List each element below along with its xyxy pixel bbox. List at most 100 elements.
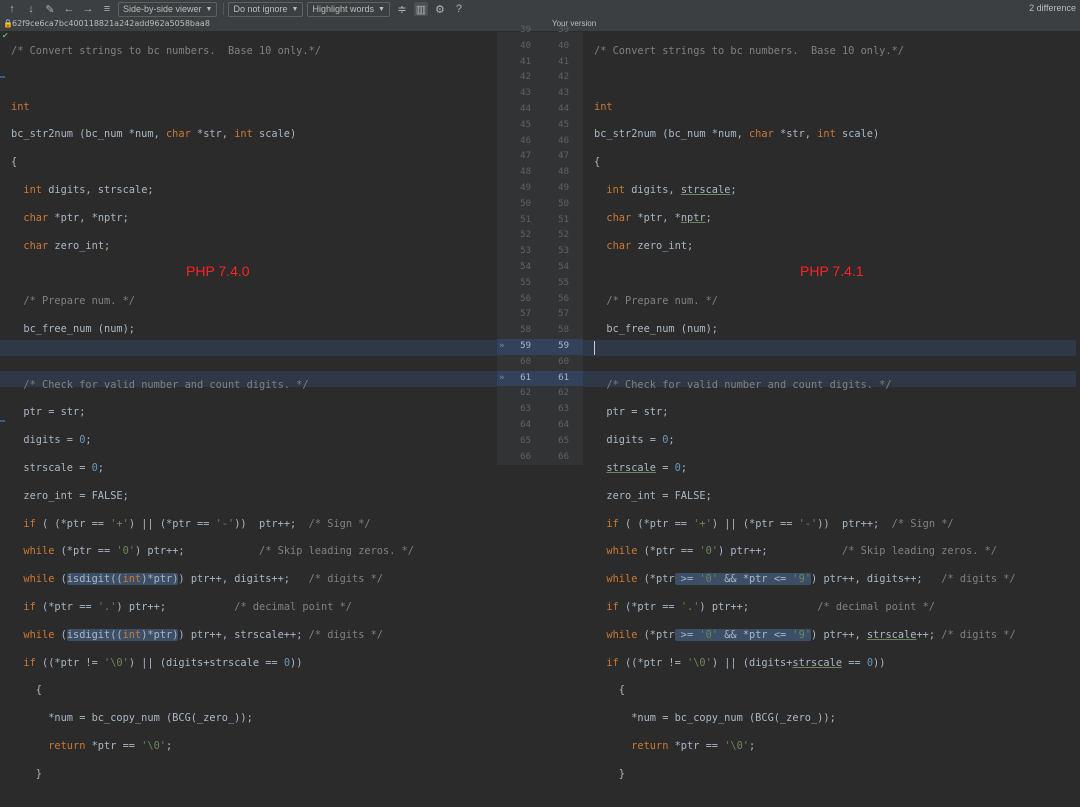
right-line-number: 66 — [558, 451, 569, 462]
right-line-number: 43 — [558, 88, 569, 99]
vertical-scrollbar[interactable] — [1076, 32, 1080, 465]
left-line-number: 41 — [520, 56, 531, 67]
gutter-row: 42 42 — [497, 70, 583, 86]
fold-marker — [0, 420, 5, 422]
left-line-number: 48 — [520, 167, 531, 178]
gutter-row: 45 45 — [497, 118, 583, 134]
left-line-number: 46 — [520, 135, 531, 146]
gutter-row: 44 44 — [497, 102, 583, 118]
right-line-number: 52 — [558, 230, 569, 241]
back-arrow-icon[interactable]: ← — [62, 2, 76, 16]
gutter-row: 54 54 — [497, 260, 583, 276]
gutter-row: 64 64 — [497, 418, 583, 434]
left-line-number: 60 — [520, 356, 531, 367]
line-number-gutter: 39 39 40 40 41 41 42 42 43 43 44 44 45 45 46 46 47 47 48 48… — [497, 25, 583, 466]
left-line-number: 57 — [520, 309, 531, 320]
left-line-number: 66 — [520, 451, 531, 462]
left-line-number: 51 — [520, 214, 531, 225]
right-line-number: 44 — [558, 103, 569, 114]
sync-scroll-icon[interactable]: ▥ — [413, 2, 428, 16]
gutter-row: 58 58 — [497, 323, 583, 339]
toolbar-divider — [223, 3, 225, 15]
gutter-row: » 61 61 — [497, 370, 583, 387]
right-line-number: 49 — [558, 182, 569, 193]
left-line-number: 65 — [520, 435, 531, 446]
right-line-number: 64 — [558, 419, 569, 430]
gutter-row: 60 60 — [497, 355, 583, 371]
right-code-pane[interactable]: /* Convert strings to bc numbers. Base 1… — [594, 32, 1074, 807]
left-line-number: 42 — [520, 72, 531, 83]
left-line-number: 44 — [520, 103, 531, 114]
left-line-number: 40 — [520, 40, 531, 51]
right-line-number: 57 — [558, 309, 569, 320]
gutter-row: 41 41 — [497, 55, 583, 71]
gutter-row: 52 52 — [497, 228, 583, 244]
right-line-number: 45 — [558, 119, 569, 130]
ignore-label: Do not ignore — [233, 4, 288, 14]
left-line-number: 47 — [520, 151, 531, 162]
left-line-number: 50 — [520, 198, 531, 209]
right-line-number: 61 — [558, 372, 569, 383]
gutter-row: 40 40 — [497, 39, 583, 55]
gutter-row: 62 62 — [497, 386, 583, 402]
apply-change-arrow-icon[interactable]: » — [499, 371, 504, 387]
right-line-number: 59 — [558, 340, 569, 351]
forward-arrow-icon[interactable]: → — [81, 2, 95, 16]
left-line-number: 39 — [520, 25, 531, 35]
left-line-number: 45 — [520, 119, 531, 130]
gutter-row: 65 65 — [497, 434, 583, 450]
gutter-row: 47 47 — [497, 149, 583, 165]
gutter-row: 66 66 — [497, 450, 583, 466]
right-line-number: 40 — [558, 40, 569, 51]
gutter-row: 39 39 — [497, 23, 583, 39]
collapse-unchanged-icon[interactable]: ≑ — [395, 2, 409, 16]
chevron-down-icon: ▼ — [291, 5, 299, 13]
gutter-row: 53 53 — [497, 244, 583, 260]
viewer-mode-label: Side-by-side viewer — [123, 4, 202, 14]
chevron-down-icon: ▼ — [377, 5, 385, 13]
ignore-whitespace-dropdown[interactable]: Do not ignore ▼ — [228, 1, 304, 17]
left-version-annotation: PHP 7.4.0 — [186, 263, 250, 279]
fold-marker — [0, 76, 5, 78]
right-line-number: 54 — [558, 261, 569, 272]
right-line-number: 41 — [558, 56, 569, 67]
right-line-number: 47 — [558, 151, 569, 162]
gutter-row: » 59 59 — [497, 338, 583, 355]
settings-gear-icon[interactable]: ⚙ — [433, 2, 447, 16]
gutter-row: 46 46 — [497, 134, 583, 150]
apply-change-arrow-icon[interactable]: » — [499, 339, 504, 355]
right-line-number: 63 — [558, 404, 569, 415]
edit-icon[interactable]: ✎ — [43, 2, 57, 16]
left-line-number: 61 — [520, 372, 531, 383]
left-code-pane[interactable]: /* Convert strings to bc numbers. Base 1… — [11, 32, 486, 807]
help-icon[interactable]: ? — [452, 2, 466, 16]
gutter-row: 43 43 — [497, 86, 583, 102]
highlight-label: Highlight words — [312, 4, 374, 14]
left-line-number: 43 — [520, 88, 531, 99]
gutter-row: 55 55 — [497, 276, 583, 292]
left-line-number: 54 — [520, 261, 531, 272]
highlight-mode-dropdown[interactable]: Highlight words ▼ — [307, 1, 390, 17]
right-line-number: 42 — [558, 72, 569, 83]
right-line-number: 55 — [558, 277, 569, 288]
next-difference-icon[interactable]: ↓ — [24, 2, 38, 16]
left-line-number: 62 — [520, 388, 531, 399]
right-version-annotation: PHP 7.4.1 — [800, 263, 864, 279]
gutter-row: 51 51 — [497, 213, 583, 229]
right-line-number: 65 — [558, 435, 569, 446]
left-line-number: 55 — [520, 277, 531, 288]
diff-editor: /* Convert strings to bc numbers. Base 1… — [0, 25, 1080, 780]
left-line-number: 59 — [520, 340, 531, 351]
left-line-number: 56 — [520, 293, 531, 304]
right-line-number: 62 — [558, 388, 569, 399]
list-icon[interactable]: ≡ — [100, 2, 114, 16]
gutter-row: 57 57 — [497, 307, 583, 323]
previous-difference-icon[interactable]: ↑ — [5, 2, 19, 16]
diff-toolbar: ↑ ↓ ✎ ← → ≡ Side-by-side viewer ▼ Do not … — [0, 0, 1080, 18]
viewer-mode-dropdown[interactable]: Side-by-side viewer ▼ — [118, 1, 218, 17]
right-line-number: 58 — [558, 325, 569, 336]
left-line-number: 64 — [520, 419, 531, 430]
left-line-number: 53 — [520, 246, 531, 257]
right-line-number: 60 — [558, 356, 569, 367]
gutter-row: 63 63 — [497, 402, 583, 418]
